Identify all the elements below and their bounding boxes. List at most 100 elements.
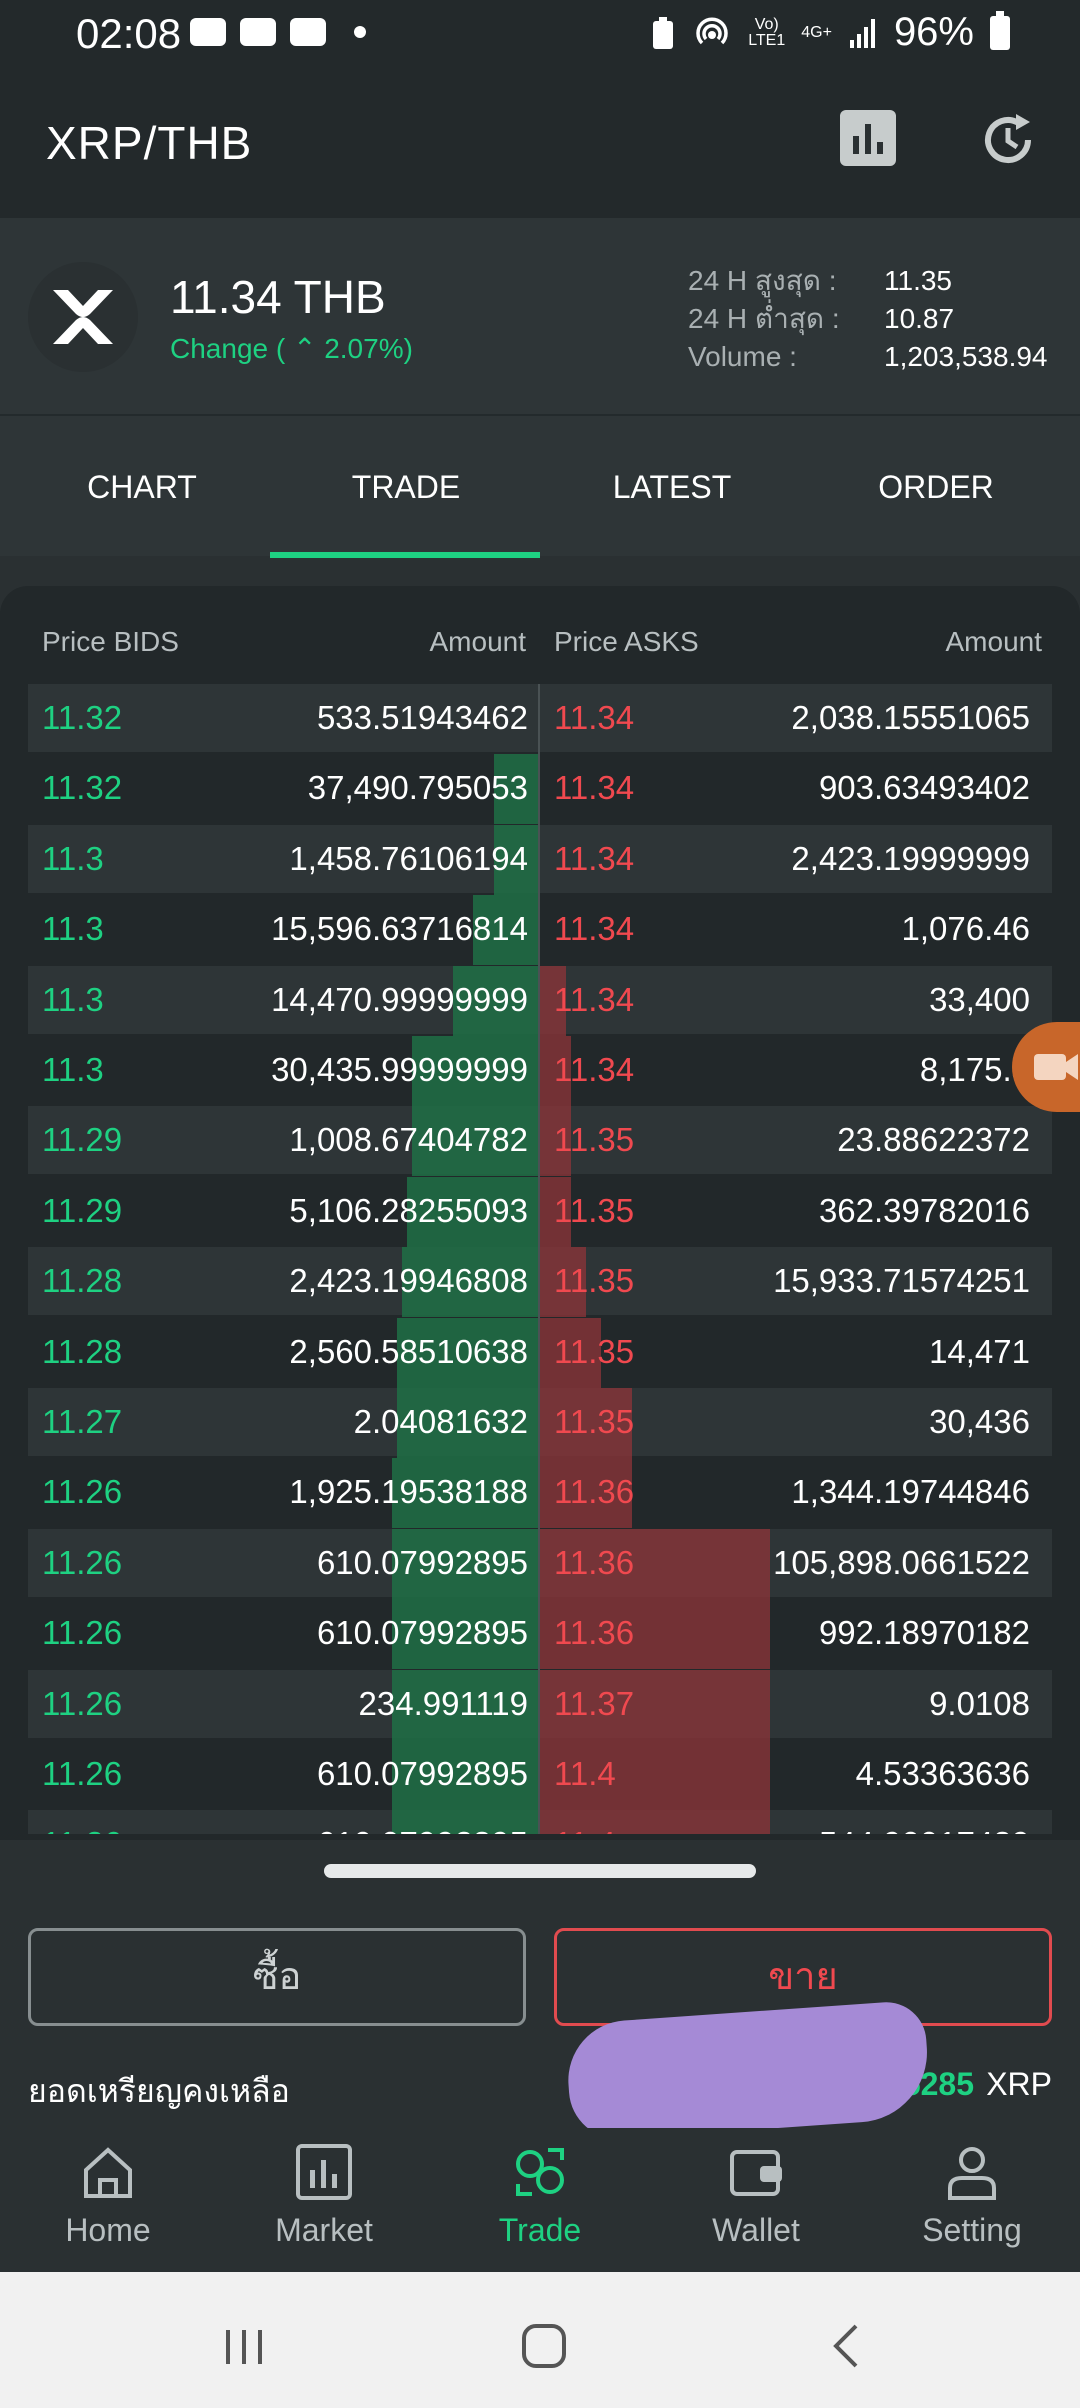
bid-amount: 30,435.99999999	[271, 1051, 528, 1088]
bid-amount: 610.07992895	[317, 1810, 528, 1834]
ask-price: 11.4	[554, 1755, 616, 1792]
recent-apps-icon[interactable]	[214, 2316, 274, 2376]
ask-amount: 903.63493402	[818, 769, 1030, 807]
nav-label: Wallet	[712, 2212, 800, 2248]
order-book-row[interactable]: 11.26 1,925.19538188 11.36 1,344.19744846	[28, 1458, 1052, 1529]
page-title: XRP/THB	[46, 117, 253, 169]
bid-ask-divider	[538, 684, 540, 1834]
order-book-rows[interactable]: 11.32 533.51943462 11.34 2,038.15551065 11.3…	[28, 684, 1052, 1834]
ask-price: 11.36	[554, 1614, 635, 1652]
order-book-row[interactable]: 11.26 234.991119 11.37 9.0108	[28, 1669, 1052, 1740]
bid-amount: 14,470.99999999	[271, 980, 528, 1018]
ask-price: 11.35	[554, 1403, 635, 1440]
bid-price: 11.28	[42, 1262, 123, 1300]
screen-record-bubble[interactable]	[1012, 1022, 1080, 1112]
buy-button[interactable]: ซื้อ	[28, 1928, 526, 2026]
ask-price: 11.34	[554, 769, 635, 807]
tab-order[interactable]: ORDER	[802, 416, 1070, 558]
tab-latest[interactable]: LATEST	[538, 416, 806, 558]
tab-chart[interactable]: CHART	[8, 416, 276, 558]
ask-price: 11.35	[554, 1121, 635, 1159]
order-book-row[interactable]: 11.26 610.07992895 11.36 105,898.0661522	[28, 1528, 1052, 1599]
signal-strength-icon	[849, 18, 875, 48]
notification-icons	[190, 18, 366, 46]
bid-amount: 234.991119	[358, 1684, 528, 1722]
system-navigation-bar	[0, 2272, 1080, 2408]
order-book[interactable]: Price BIDS Amount Price ASKS Amount 11.3…	[0, 586, 1080, 1840]
ask-amount: 1,076.46	[901, 910, 1030, 948]
stat-value: 10.87	[884, 303, 955, 334]
bid-price: 11.26	[42, 1810, 122, 1834]
balance-unit: XRP	[986, 2066, 1052, 2102]
ask-price: 11.34	[554, 1051, 635, 1088]
bid-price: 11.26	[42, 1684, 123, 1722]
ask-amount: 4.53363636	[855, 1755, 1030, 1792]
bid-price: 11.32	[42, 699, 123, 736]
order-book-row[interactable]: 11.3 14,470.99999999 11.34 33,400	[28, 965, 1052, 1036]
nav-trade[interactable]: Trade	[432, 2128, 648, 2272]
user-setting-icon	[948, 2147, 996, 2200]
bid-amount: 37,490.795053	[307, 769, 528, 807]
status-time: 02:08	[76, 10, 182, 57]
order-book-row[interactable]: 11.26 610.07992895 11.4 544.90017489	[28, 1810, 1052, 1834]
order-book-row[interactable]: 11.32 37,490.795053 11.34 903.63493402	[28, 754, 1052, 825]
market-chart-icon	[296, 2144, 352, 2200]
tab-trade[interactable]: TRADE	[272, 416, 540, 558]
stat-value: 11.35	[884, 265, 952, 296]
network-type: 4G+	[801, 23, 832, 41]
stat-24h-high: 24 H สูงสุด : 11.35	[688, 262, 1048, 300]
order-book-row[interactable]: 11.3 1,458.76106194 11.34 2,423.19999999	[28, 824, 1052, 895]
bid-price: 11.26	[42, 1755, 123, 1792]
battery-icon	[990, 10, 1010, 50]
bid-price: 11.27	[42, 1403, 123, 1440]
youtube-notification-icon	[240, 18, 276, 46]
nav-market[interactable]: Market	[216, 2128, 432, 2272]
ticker-panel: 11.34 THB Change ( ⌃ 2.07%) 24 H สูงสุด …	[0, 218, 1080, 414]
bid-price: 11.3	[42, 1051, 104, 1088]
nav-label: Setting	[922, 2212, 1022, 2248]
order-book-row[interactable]: 11.3 30,435.99999999 11.34 8,175.3	[28, 1036, 1052, 1106]
order-book-row[interactable]: 11.26 610.07992895 11.4 4.53363636	[28, 1740, 1052, 1810]
price-change: Change ( ⌃ 2.07%)	[170, 333, 413, 364]
bid-amount: 2,423.19946808	[289, 1262, 528, 1300]
order-book-row[interactable]: 11.29 1,008.67404782 11.35 23.88622372	[28, 1106, 1052, 1177]
video-camera-icon	[1034, 1054, 1078, 1080]
nav-wallet[interactable]: Wallet	[648, 2128, 864, 2272]
order-book-row[interactable]: 11.28 2,560.58510638 11.35 14,471	[28, 1317, 1052, 1388]
bottom-navigation: Home Market Trade Wallet Setting	[0, 2128, 1080, 2272]
order-book-row[interactable]: 11.27 2.04081632 11.35 30,436	[28, 1388, 1052, 1458]
refresh-clock-icon	[985, 114, 1031, 163]
order-book-row[interactable]: 11.3 15,596.63716814 11.34 1,076.46	[28, 895, 1052, 966]
nav-setting[interactable]: Setting	[864, 2128, 1080, 2272]
xrp-logo-icon	[28, 262, 138, 372]
battery-percent: 96%	[893, 10, 974, 54]
lte-text: LTE1	[748, 31, 786, 49]
bid-amount: 610.07992895	[316, 1614, 528, 1652]
order-book-row[interactable]: 11.29 5,106.28255093 11.35 362.39782016	[28, 1176, 1052, 1247]
battery-saver-icon	[653, 16, 674, 49]
redaction-scribble	[564, 1999, 932, 2143]
bid-price: 11.3	[42, 910, 104, 948]
ask-amount: 1,344.19744846	[791, 1473, 1030, 1511]
header-ask-price: Price ASKS	[554, 626, 699, 657]
ask-amount: 2,423.19999999	[791, 839, 1030, 877]
back-icon[interactable]	[818, 2316, 878, 2376]
stat-label: Volume :	[688, 341, 797, 372]
ask-amount: 14,471	[929, 1332, 1030, 1370]
sheet-drag-handle[interactable]	[324, 1864, 756, 1878]
chart-view-button[interactable]	[840, 110, 896, 166]
home-system-icon[interactable]	[514, 2316, 574, 2376]
app-header: XRP/THB	[0, 68, 1080, 218]
order-book-row[interactable]: 11.32 533.51943462 11.34 2,038.15551065	[28, 684, 1052, 752]
history-refresh-button[interactable]	[978, 110, 1038, 170]
ask-amount: 9.0108	[929, 1684, 1030, 1722]
ask-amount: 105,898.0661522	[773, 1543, 1030, 1581]
status-bar: 02:08 Vo) LTE1 4G+ 96%	[0, 0, 1080, 68]
nav-home[interactable]: Home	[0, 2128, 216, 2272]
order-book-row[interactable]: 11.28 2,423.19946808 11.35 15,933.71574251	[28, 1247, 1052, 1318]
trade-exchange-icon	[516, 2148, 564, 2196]
order-book-row[interactable]: 11.26 610.07992895 11.36 992.18970182	[28, 1599, 1052, 1670]
balance-label: ยอดเหรียญคงเหลือ	[28, 2073, 290, 2109]
ask-price: 11.34	[554, 910, 635, 948]
bid-amount: 1,925.19538188	[289, 1473, 528, 1511]
